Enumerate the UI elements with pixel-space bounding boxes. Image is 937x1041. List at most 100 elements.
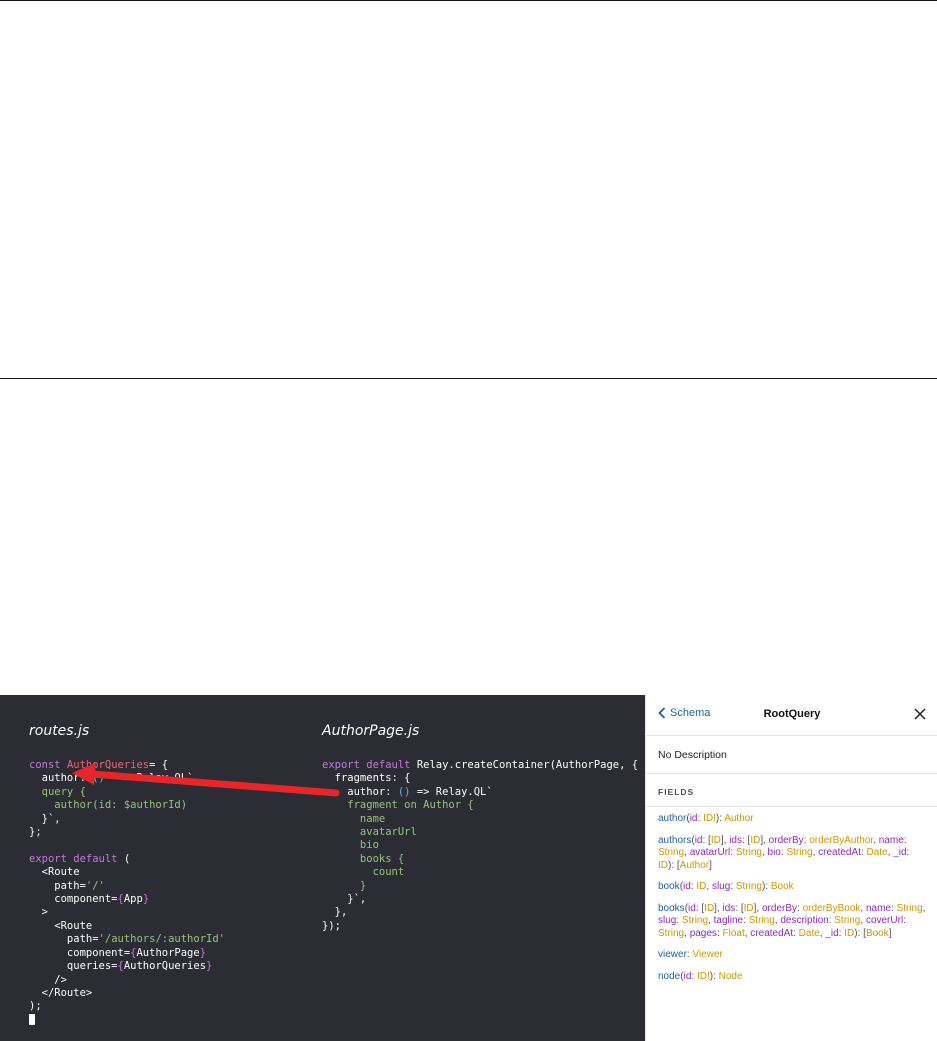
code-token: '/authors/:authorId' [98, 933, 225, 946]
code-line: query { [29, 786, 225, 799]
type-link[interactable]: Date [799, 928, 820, 939]
punctuation: : [ [702, 834, 711, 846]
punctuation: ], [714, 902, 723, 914]
punctuation: : [903, 834, 907, 846]
type-link[interactable]: Author [680, 860, 709, 871]
schema-field[interactable]: book(id: ID, slug: String): Book [658, 881, 926, 894]
authorpage-code-block[interactable]: export default Relay.createContainer(Aut… [322, 759, 638, 933]
schema-docs-panel: Schema RootQuery No Description FIELDS a… [645, 695, 937, 1041]
code-line: queries={AuthorQueries} [29, 960, 225, 973]
schema-field[interactable]: viewer: Viewer [658, 949, 926, 962]
schema-field[interactable]: node(id: ID!): Node [658, 971, 926, 984]
argument-name: tagline [713, 915, 744, 926]
type-link[interactable]: String [897, 903, 923, 914]
field-name: authors [658, 834, 692, 846]
code-token: AuthorPage [136, 946, 200, 959]
type-link[interactable]: ID! [697, 971, 710, 982]
field-name: books [658, 902, 685, 914]
type-link[interactable]: ID [704, 903, 714, 914]
code-token: AuthorQueries [123, 960, 207, 973]
argument-name: orderBy [762, 902, 798, 914]
type-link[interactable]: ID [744, 903, 754, 914]
punctuation: : [906, 847, 910, 858]
type-link[interactable]: Float [723, 928, 745, 939]
code-line: export default Relay.createContainer(Aut… [322, 759, 638, 772]
punctuation: ] [709, 859, 712, 871]
text-cursor [29, 1013, 35, 1025]
code-token: <Route [29, 866, 80, 879]
type-link[interactable]: orderByBook [803, 903, 861, 914]
type-link[interactable]: Book [866, 928, 889, 939]
close-icon[interactable] [914, 707, 926, 725]
code-token: const [29, 759, 67, 771]
type-link[interactable]: Book [771, 881, 794, 892]
schema-field[interactable]: authors(id: [ID], ids: [ID], orderBy: or… [658, 835, 926, 873]
argument-name: name [878, 834, 904, 846]
code-token: App [123, 893, 143, 906]
code-token: ( [117, 852, 131, 865]
type-link[interactable]: String [749, 915, 775, 926]
code-line: avatarUrl [322, 826, 638, 839]
code-token: }`, [29, 812, 61, 825]
code-line: books { [322, 853, 638, 866]
code-line: component={App} [29, 893, 225, 906]
code-line: component={AuthorPage} [29, 947, 225, 960]
code-token: => Relay.QL` [410, 785, 493, 798]
punctuation: : [ [735, 902, 744, 914]
code-token: = { [149, 759, 169, 771]
type-link[interactable]: ID [711, 835, 721, 846]
argument-name: bio [767, 847, 781, 858]
type-link[interactable]: Viewer [692, 949, 722, 960]
code-line: author(id: $authorId) [29, 799, 225, 812]
argument-name: slug [658, 915, 677, 926]
code-token: author(id: $authorId) [29, 799, 188, 812]
code-token: Relay.createContainer(AuthorPage, { [416, 759, 639, 771]
type-link[interactable]: String [736, 847, 762, 858]
type-link[interactable]: String [786, 847, 812, 858]
code-token: }`, [322, 893, 367, 906]
code-line: }`, [29, 813, 225, 826]
routes-code-block[interactable]: const AuthorQueries= { author: () => Rel… [29, 759, 225, 1028]
type-link[interactable]: String [658, 928, 684, 939]
argument-name: _id [825, 927, 839, 939]
code-token: bio [322, 839, 379, 852]
field-name: node [658, 970, 681, 982]
field-name: author [658, 813, 687, 824]
type-link[interactable]: Author [724, 813, 753, 824]
routes-file-title: routes.js [29, 723, 90, 739]
code-token: books { [322, 852, 405, 865]
type-link[interactable]: ID [844, 928, 854, 939]
schema-field[interactable]: author(id: ID!): Author [658, 813, 926, 826]
code-token: } [199, 946, 207, 959]
type-link[interactable]: orderByAuthor [809, 835, 873, 846]
schema-panel-title: RootQuery [763, 708, 821, 720]
type-link[interactable]: ID [750, 835, 760, 846]
type-link[interactable]: ID [696, 881, 706, 892]
code-token: }; [29, 826, 42, 839]
code-token: > [29, 906, 48, 919]
type-link[interactable]: String [658, 847, 684, 858]
type-link[interactable]: ID [658, 860, 668, 871]
type-link[interactable]: Node [719, 971, 743, 982]
code-token: export default [322, 759, 417, 771]
argument-name: pages [689, 927, 717, 939]
schema-field[interactable]: books(id: [ID], ids: [ID], orderBy: orde… [658, 903, 926, 941]
code-token: '/' [85, 879, 105, 892]
code-token: author: [29, 772, 93, 785]
code-line: } [322, 880, 638, 893]
code-line: > [29, 906, 225, 919]
code-line: /> [29, 974, 225, 987]
code-token: /> [29, 973, 67, 986]
type-link[interactable]: Date [867, 847, 888, 858]
code-line: export default ( [29, 853, 225, 866]
type-link[interactable]: String [682, 915, 708, 926]
punctuation: ] [888, 927, 892, 939]
code-token: component= [29, 946, 131, 959]
argument-name: slug [711, 881, 731, 892]
punctuation: ): [715, 813, 725, 824]
type-link[interactable]: String [834, 915, 860, 926]
type-link[interactable]: ID! [703, 813, 716, 824]
code-editor-panel: routes.js AuthorPage.js const AuthorQuer… [0, 695, 645, 1041]
type-link[interactable]: String [736, 881, 762, 892]
fields-list: author(id: ID!): Author authors(id: [ID],… [646, 807, 937, 983]
